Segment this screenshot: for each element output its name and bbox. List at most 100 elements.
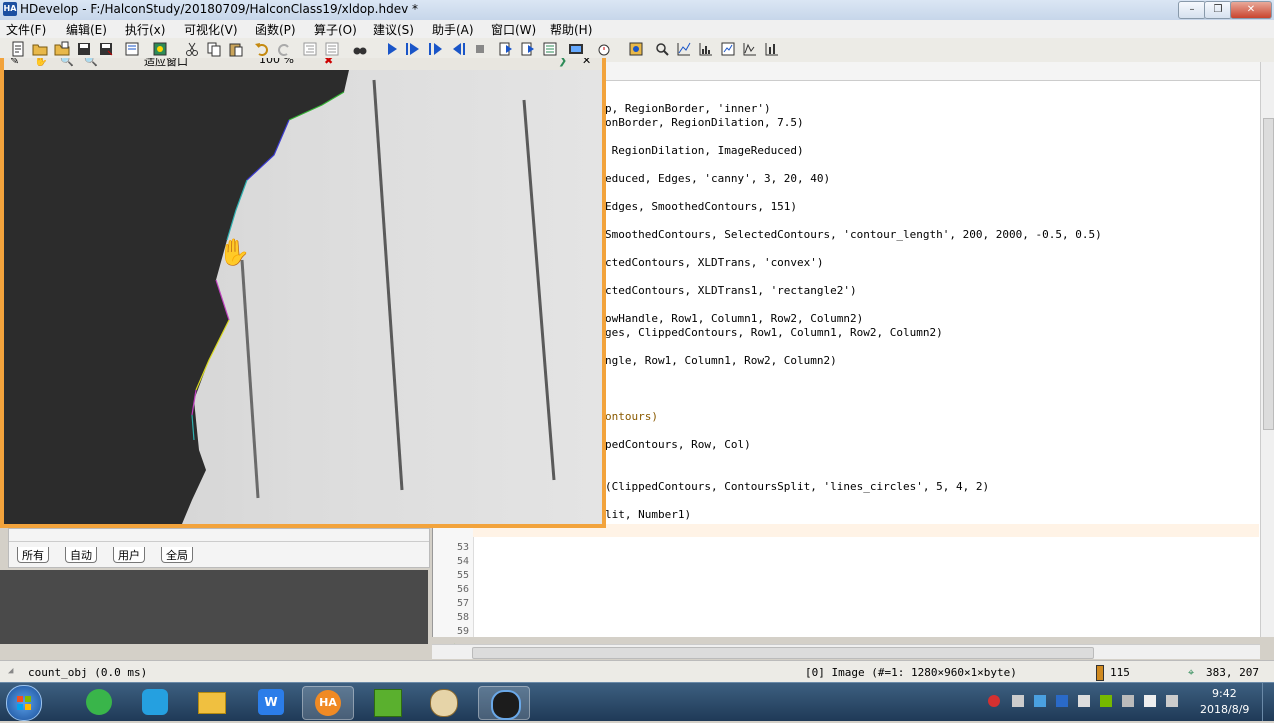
indent-icon[interactable] [302, 41, 318, 57]
zoom-tool-icon[interactable]: 🔍 [60, 58, 74, 67]
pointer-tool-icon[interactable]: ✎ [10, 58, 19, 67]
code-line[interactable]: SmoothedContours, SelectedContours, 'con… [605, 228, 1102, 241]
menu-operators[interactable]: 算子(O) [314, 21, 357, 38]
graphics-window-icon[interactable] [568, 41, 584, 57]
undo-icon[interactable] [254, 41, 270, 57]
code-line[interactable]: ges, ClippedContours, Row1, Column1, Row… [605, 326, 943, 339]
tray-input-icon[interactable] [1078, 695, 1090, 707]
find-icon[interactable] [352, 41, 368, 57]
code-line[interactable]: p, RegionBorder, 'inner') [605, 102, 771, 115]
menu-suggestions[interactable]: 建议(S) [373, 21, 414, 38]
code-line[interactable]: (ClippedContours, ContoursSplit, 'lines_… [605, 480, 989, 493]
code-line[interactable]: onBorder, RegionDilation, 7.5) [605, 116, 804, 129]
taskbar-recorder[interactable] [478, 686, 530, 720]
code-line[interactable]: pedContours, Row, Col) [605, 438, 751, 451]
taskbar-hdevelop[interactable]: HA [302, 686, 354, 720]
taskbar-notes-app[interactable] [362, 686, 412, 718]
clock-date[interactable]: 2018/8/9 [1200, 703, 1249, 716]
menu-edit[interactable]: 编辑(E) [66, 21, 107, 38]
graphics-window[interactable]: ✎ ✋ 🔍 🔍 适应窗口 100 % ✖ ❯ ✕ ✋ [0, 58, 606, 528]
redo-icon[interactable] [276, 41, 292, 57]
reset-program-icon[interactable] [498, 41, 514, 57]
show-desktop-button[interactable] [1262, 683, 1274, 721]
menu-help[interactable]: 帮助(H) [550, 21, 592, 38]
variable-window-icon[interactable] [542, 41, 558, 57]
editor-vertical-scrollbar[interactable] [1260, 62, 1274, 637]
code-line[interactable]: Edges, SmoothedContours, 151) [605, 200, 797, 213]
nvidia-icon[interactable] [1100, 695, 1112, 707]
menu-execute[interactable]: 执行(x) [125, 21, 165, 38]
ocr-icon[interactable] [764, 41, 780, 57]
tray-record-icon[interactable] [988, 695, 1000, 707]
tab-all[interactable]: 所有 [17, 547, 49, 563]
taskbar-wps-writer[interactable]: W [246, 686, 296, 718]
gray-histogram-icon[interactable] [698, 41, 714, 57]
menu-window[interactable]: 窗口(W) [491, 21, 536, 38]
open-example-icon[interactable] [54, 41, 70, 57]
profiler-icon[interactable] [596, 41, 612, 57]
minimize-button[interactable]: – [1178, 1, 1206, 19]
new-file-icon[interactable] [10, 41, 26, 57]
menu-procedures[interactable]: 函数(P) [255, 21, 296, 38]
code-line[interactable]: ngle, Row1, Column1, Row2, Column2) [605, 354, 837, 367]
image-canvas[interactable]: ✋ [4, 70, 602, 524]
copy-icon[interactable] [206, 41, 222, 57]
insert-operator-icon[interactable] [152, 41, 168, 57]
run-icon[interactable] [384, 41, 400, 57]
taskbar-360-browser[interactable] [74, 686, 124, 718]
window-mode-select[interactable]: 适应窗口 [144, 58, 188, 69]
step-into-icon[interactable] [428, 41, 444, 57]
tray-app-icon[interactable] [1034, 695, 1046, 707]
editor-horizontal-scrollbar[interactable] [432, 644, 1260, 659]
feature-inspection-icon[interactable] [720, 41, 736, 57]
close-graphics-icon[interactable]: ✕ [582, 58, 591, 67]
cut-icon[interactable] [184, 41, 200, 57]
program-window-icon[interactable] [124, 41, 140, 57]
line-profile-icon[interactable] [676, 41, 692, 57]
clock-time[interactable]: 9:42 [1212, 687, 1237, 700]
code-line[interactable]: owHandle, Row1, Column1, Row2, Column2) [605, 312, 863, 325]
code-line[interactable]: lit, Number1) [605, 508, 691, 521]
zoom-level-select[interactable]: 100 % [259, 58, 294, 66]
signal-icon[interactable] [1144, 695, 1156, 707]
network-icon[interactable] [1122, 695, 1134, 707]
dock-icon[interactable]: ❯ [558, 58, 567, 67]
taskbar-paint[interactable] [418, 686, 468, 718]
close-button[interactable]: ✕ [1230, 1, 1272, 19]
pan-tool-icon[interactable]: ✋ [34, 58, 48, 67]
clear-window-icon[interactable]: ✖ [324, 58, 333, 67]
open-file-icon[interactable] [32, 41, 48, 57]
volume-icon[interactable] [1166, 695, 1178, 707]
code-line[interactable]: RegionDilation, ImageReduced) [605, 144, 804, 157]
menu-file[interactable]: 文件(F) [6, 21, 46, 38]
menu-visualize[interactable]: 可视化(V) [184, 21, 238, 38]
tab-global[interactable]: 全局 [161, 547, 193, 563]
vertical-scroll-thumb[interactable] [1263, 118, 1274, 430]
code-line[interactable]: educed, Edges, 'canny', 3, 20, 40) [605, 172, 830, 185]
menu-assistants[interactable]: 助手(A) [432, 21, 474, 38]
taskbar-video-app[interactable] [130, 686, 180, 718]
reset-program-execution-icon[interactable] [520, 41, 536, 57]
step-out-icon[interactable] [450, 41, 466, 57]
tab-user[interactable]: 用户 [113, 547, 145, 563]
save-as-icon[interactable] [98, 41, 114, 57]
code-line[interactable]: ctedContours, XLDTrans1, 'rectangle2') [605, 284, 857, 297]
stop-icon[interactable] [472, 41, 488, 57]
save-icon[interactable] [76, 41, 92, 57]
paste-icon[interactable] [228, 41, 244, 57]
zoom-out-icon[interactable]: 🔍 [84, 58, 98, 67]
start-button[interactable] [6, 685, 42, 721]
bluetooth-icon[interactable] [1056, 695, 1068, 707]
comment-icon[interactable] [324, 41, 340, 57]
horizontal-scroll-thumb[interactable] [472, 647, 1094, 659]
code-line[interactable]: ontours) [605, 410, 658, 423]
tray-pen-icon[interactable] [1012, 695, 1024, 707]
code-line[interactable]: ctedContours, XLDTrans, 'convex') [605, 256, 824, 269]
image-acquisition-icon[interactable] [628, 41, 644, 57]
zoom-window-icon[interactable] [654, 41, 670, 57]
feature-histogram-icon[interactable] [742, 41, 758, 57]
maximize-button[interactable]: ❒ [1204, 1, 1232, 19]
tab-auto[interactable]: 自动 [65, 547, 97, 563]
step-over-icon[interactable] [406, 41, 422, 57]
taskbar-explorer[interactable] [186, 686, 236, 718]
